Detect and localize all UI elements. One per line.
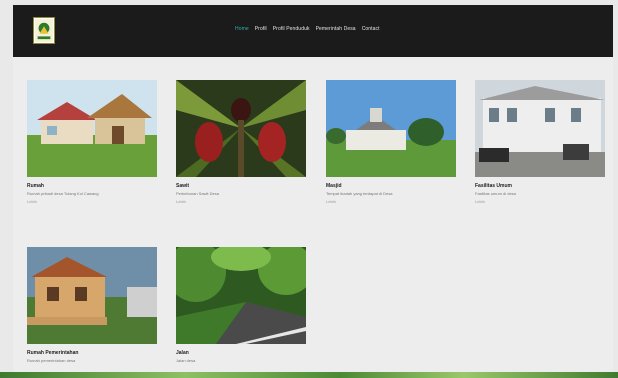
card-read-more-link[interactable]: Lebih	[326, 199, 456, 204]
card-title: Rumah Pemerintahan	[27, 350, 79, 356]
footer-image-strip	[0, 372, 618, 378]
card-description: Rumah pemerintahan desa	[27, 358, 76, 363]
gallery-card: Rumah Rumah pribadi desa Tulang Kol Cawa…	[27, 80, 157, 204]
logo-emblem-icon	[34, 19, 54, 42]
card-title: Fasilitas Umum	[475, 183, 512, 189]
nav-profil[interactable]: Profil	[255, 26, 267, 32]
gallery-card: Rumah Pemerintahan Rumah pemerintahan de…	[27, 247, 157, 363]
card-image-palm-fruit[interactable]	[176, 80, 306, 177]
card-image-government-house[interactable]	[27, 247, 157, 344]
card-read-more-link[interactable]: Lebih	[27, 199, 157, 204]
nav-profil-penduduk[interactable]: Profil Penduduk	[273, 26, 310, 32]
gallery-card: Sawit Perkebunan Sawit Desa Lebih	[176, 80, 306, 204]
card-title: Rumah	[27, 183, 44, 189]
nav-home[interactable]: Home	[235, 26, 249, 32]
top-navbar: Home Profil Profil Penduduk Pemerintah D…	[13, 5, 613, 57]
nav-contact[interactable]: Contact	[362, 26, 380, 32]
gallery-card: Masjid Tempat ibadah yang terdapat di De…	[326, 80, 456, 204]
card-title: Sawit	[176, 183, 190, 189]
card-description: Perkebunan Sawit Desa	[176, 191, 219, 196]
gallery-card: Fasilitas Umum Fasilitas umum di desa Le…	[475, 80, 605, 204]
card-title: Masjid	[326, 183, 342, 189]
card-read-more-link[interactable]: Lebih	[176, 199, 306, 204]
card-description: Tempat ibadah yang terdapat di Desa	[326, 191, 393, 196]
gallery-grid: Rumah Rumah pribadi desa Tulang Kol Cawa…	[13, 57, 613, 372]
card-image-house[interactable]	[27, 80, 157, 177]
card-read-more-link[interactable]: Lebih	[475, 199, 605, 204]
card-image-mosque[interactable]	[326, 80, 456, 177]
card-image-road[interactable]	[176, 247, 306, 344]
village-logo[interactable]	[33, 17, 55, 44]
card-title: Jalan	[176, 350, 189, 356]
gallery-card: Jalan Jalan desa	[176, 247, 306, 363]
nav-pemerintah-desa[interactable]: Pemerintah Desa	[316, 26, 356, 32]
card-description: Jalan desa	[176, 358, 196, 363]
card-description: Rumah pribadi desa Tulang Kol Cawang	[27, 191, 99, 196]
main-nav: Home Profil Profil Penduduk Pemerintah D…	[235, 26, 380, 32]
card-description: Fasilitas umum di desa	[475, 191, 516, 196]
card-image-public-building[interactable]	[475, 80, 605, 177]
